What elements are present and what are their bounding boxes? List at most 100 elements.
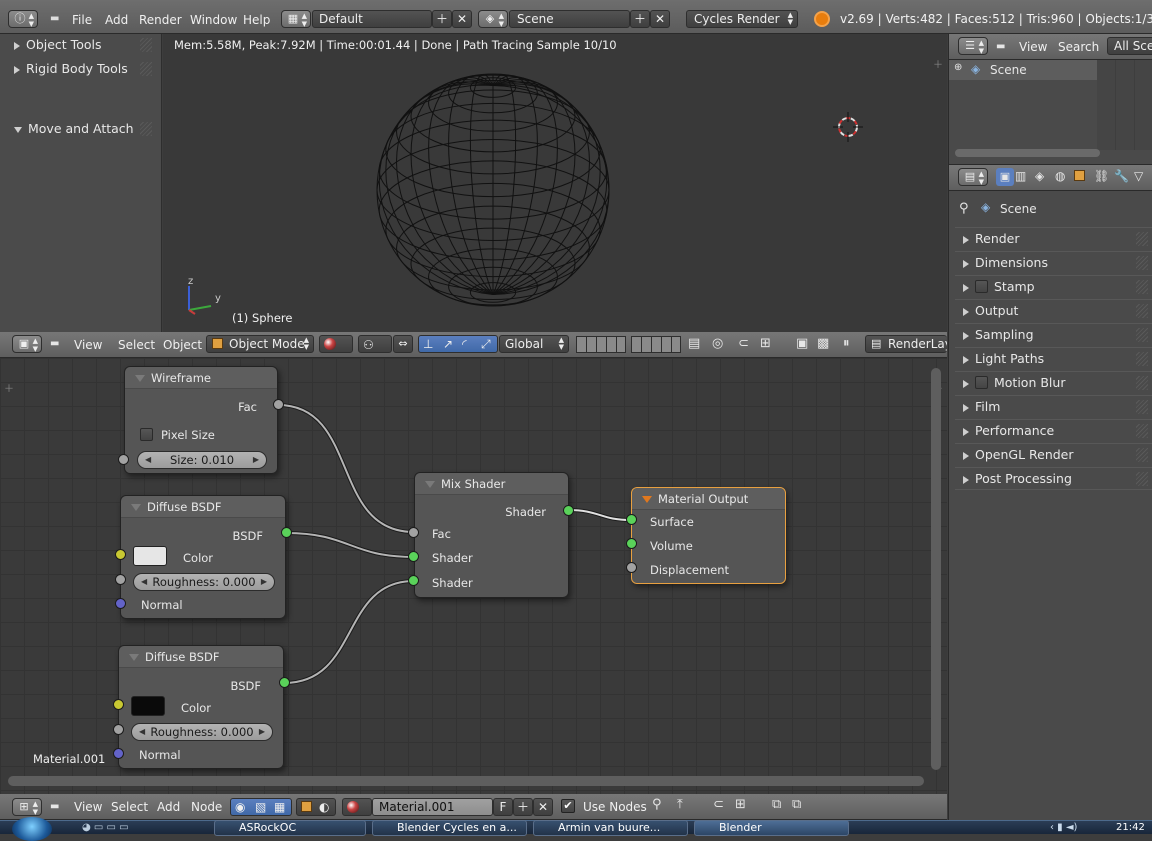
menu-add[interactable]: Add xyxy=(105,10,128,30)
menu-help[interactable]: Help xyxy=(243,10,270,30)
pause-icon[interactable]: ⏸ xyxy=(843,336,850,351)
viewport-shading-dropdown[interactable] xyxy=(319,335,353,353)
node-editor[interactable]: Wireframe Fac Pixel Size ◀ Size: 0.010 ▶ D… xyxy=(0,358,947,794)
pin-icon[interactable]: ⚲ xyxy=(652,797,662,812)
lock-layers-icon[interactable]: ▤ xyxy=(688,336,700,351)
use-nodes-checkbox[interactable]: ✔ xyxy=(561,799,575,813)
start-orb-icon[interactable] xyxy=(12,817,52,841)
world-shader-icon[interactable]: ◐ xyxy=(319,799,329,815)
layer-buttons-b[interactable] xyxy=(631,336,681,353)
copy-nodes-icon[interactable]: ⧉ xyxy=(772,797,781,812)
diffuse1-normal-input-socket[interactable] xyxy=(115,598,126,609)
editor-type-node-button[interactable]: ⊞ ▲ ▼ xyxy=(12,798,42,816)
unlink-material-button[interactable]: ✕ xyxy=(533,798,553,816)
collapse-triangle-icon[interactable] xyxy=(129,654,139,661)
manipulator-toggle[interactable]: ⇔ xyxy=(393,335,413,353)
pixel-size-checkbox[interactable] xyxy=(140,428,153,441)
collapse-triangle-icon[interactable] xyxy=(135,375,145,382)
shader-type-group[interactable]: ◐ xyxy=(296,798,336,816)
snap-icon[interactable]: ⊂ xyxy=(713,797,724,812)
collapse-menu-icon[interactable]: ▬ xyxy=(50,13,59,24)
expand-plus-icon[interactable]: ⊕ xyxy=(954,62,962,73)
diffuse1-roughness-input-socket[interactable] xyxy=(115,574,126,585)
output-displacement-socket[interactable] xyxy=(626,562,637,573)
snap-element-icon[interactable]: ⊞ xyxy=(735,797,746,812)
modifiers-context-icon[interactable]: 🔧 xyxy=(1114,169,1129,183)
material-output-header[interactable]: Material Output xyxy=(632,488,785,510)
editor-type-outliner-button[interactable]: ☰ ▲ ▼ xyxy=(958,37,988,55)
texture-tree-icon[interactable]: ▦ xyxy=(274,799,285,815)
menu-file[interactable]: File xyxy=(72,10,92,30)
mode-dropdown[interactable]: Object Mode ▲ ▼ xyxy=(206,335,314,353)
diffuse2-color-input-socket[interactable] xyxy=(113,699,124,710)
output-surface-socket[interactable] xyxy=(626,514,637,525)
editor-type-3d-button[interactable]: ▣ ▲ ▼ xyxy=(12,335,42,353)
panel-output[interactable]: Output xyxy=(955,299,1152,322)
fake-user-button[interactable]: F xyxy=(493,798,513,816)
mix-shader2-input-socket[interactable] xyxy=(408,575,419,586)
menu-window[interactable]: Window xyxy=(190,10,237,30)
panel-performance[interactable]: Performance xyxy=(955,419,1152,442)
panel-stamp[interactable]: Stamp xyxy=(955,275,1152,298)
menu-object[interactable]: Object xyxy=(163,335,202,355)
scene-field[interactable]: Scene xyxy=(509,10,630,28)
delete-scene-button[interactable]: ✕ xyxy=(650,10,670,28)
mix-shader-output-socket[interactable] xyxy=(563,505,574,516)
menu-view[interactable]: View xyxy=(74,797,102,817)
object-shader-icon[interactable] xyxy=(301,801,312,812)
screen-layout-selector[interactable]: ▦ ▲ ▼ xyxy=(281,10,311,28)
panel-rigid-body-tools[interactable]: Rigid Body Tools xyxy=(2,58,156,80)
wireframe-node-header[interactable]: Wireframe xyxy=(125,367,277,389)
menu-render[interactable]: Render xyxy=(139,10,182,30)
context-tabs[interactable]: ▣ ▥ ◈ ◍ ⛓ 🔧 ▽ xyxy=(996,168,1152,186)
screen-layout-field[interactable]: Default xyxy=(312,10,432,28)
diffuse1-bsdf-output-socket[interactable] xyxy=(281,527,292,538)
object-context-icon[interactable] xyxy=(1074,170,1085,181)
diffuse-bsdf-node-1[interactable]: Diffuse BSDF BSDF Color ◀ Roughness: 0.00… xyxy=(120,495,286,619)
paste-nodes-icon[interactable]: ⧉ xyxy=(792,797,801,812)
area-split-plus-icon[interactable]: ＋ xyxy=(4,380,14,395)
scene-context-icon[interactable]: ◈ xyxy=(1035,169,1044,183)
data-context-icon[interactable]: ▽ xyxy=(1134,169,1143,183)
new-material-button[interactable]: ＋ xyxy=(513,798,533,816)
panel-dimensions[interactable]: Dimensions xyxy=(955,251,1152,274)
wireframe-node[interactable]: Wireframe Fac Pixel Size ◀ Size: 0.010 ▶ xyxy=(124,366,278,474)
outliner-row-scene[interactable]: ⊕ ◈ Scene xyxy=(949,60,1097,80)
menu-select[interactable]: Select xyxy=(111,797,148,817)
roughness-slider-2[interactable]: ◀ Roughness: 0.000 ▶ xyxy=(131,723,273,741)
scale-icon[interactable]: ⤢ xyxy=(481,336,491,352)
orientation-dropdown[interactable]: Global ▲ ▼ xyxy=(499,335,569,353)
display-mode-dropdown[interactable]: All Scenes xyxy=(1107,37,1152,55)
material-output-node[interactable]: Material Output Surface Volume Displacem… xyxy=(631,487,786,584)
scene-selector[interactable]: ◈ ▲ ▼ xyxy=(478,10,508,28)
menu-view[interactable]: View xyxy=(1019,37,1047,57)
collapse-triangle-icon[interactable] xyxy=(131,504,141,511)
size-slider[interactable]: ◀ Size: 0.010 ▶ xyxy=(137,451,267,469)
panel-opengl-render[interactable]: OpenGL Render xyxy=(955,443,1152,466)
diffuse1-color-input-socket[interactable] xyxy=(115,549,126,560)
vertical-scrollbar[interactable] xyxy=(931,368,941,770)
snap-icon[interactable]: ⊂ xyxy=(738,336,749,351)
diffuse-bsdf-node-2[interactable]: Diffuse BSDF BSDF Color ◀ Roughness: 0.00… xyxy=(118,645,284,769)
panel-motion-blur[interactable]: Motion Blur xyxy=(955,371,1152,394)
world-context-icon[interactable]: ◍ xyxy=(1055,169,1065,183)
collapse-triangle-icon[interactable] xyxy=(425,481,435,488)
pivot-dropdown[interactable]: ⚇ xyxy=(358,335,392,353)
menu-search[interactable]: Search xyxy=(1058,37,1099,57)
layer-buttons-a[interactable] xyxy=(576,336,626,353)
mix-shader-node[interactable]: Mix Shader Shader Fac Shader Shader xyxy=(414,472,569,598)
snap-element-icon[interactable]: ⊞ xyxy=(760,336,771,351)
use-nodes-label[interactable]: Use Nodes xyxy=(583,797,647,817)
diffuse2-bsdf-output-socket[interactable] xyxy=(279,677,290,688)
panel-post-processing[interactable]: Post Processing xyxy=(955,467,1152,490)
collapse-menu-icon[interactable]: ▬ xyxy=(996,41,1005,52)
mix-shader1-input-socket[interactable] xyxy=(408,551,419,562)
render-engine-dropdown[interactable]: Cycles Render ▲ ▼ xyxy=(686,10,798,28)
panel-object-tools[interactable]: Object Tools xyxy=(2,34,156,56)
mix-shader-node-header[interactable]: Mix Shader xyxy=(415,473,568,495)
motion-blur-checkbox[interactable] xyxy=(975,376,988,389)
render-animation-icon[interactable]: ▩ xyxy=(817,336,829,351)
go-parent-icon[interactable]: ⤒ xyxy=(677,797,683,812)
rotate-icon[interactable]: ◜ xyxy=(462,336,467,352)
panel-sampling[interactable]: Sampling xyxy=(955,323,1152,346)
